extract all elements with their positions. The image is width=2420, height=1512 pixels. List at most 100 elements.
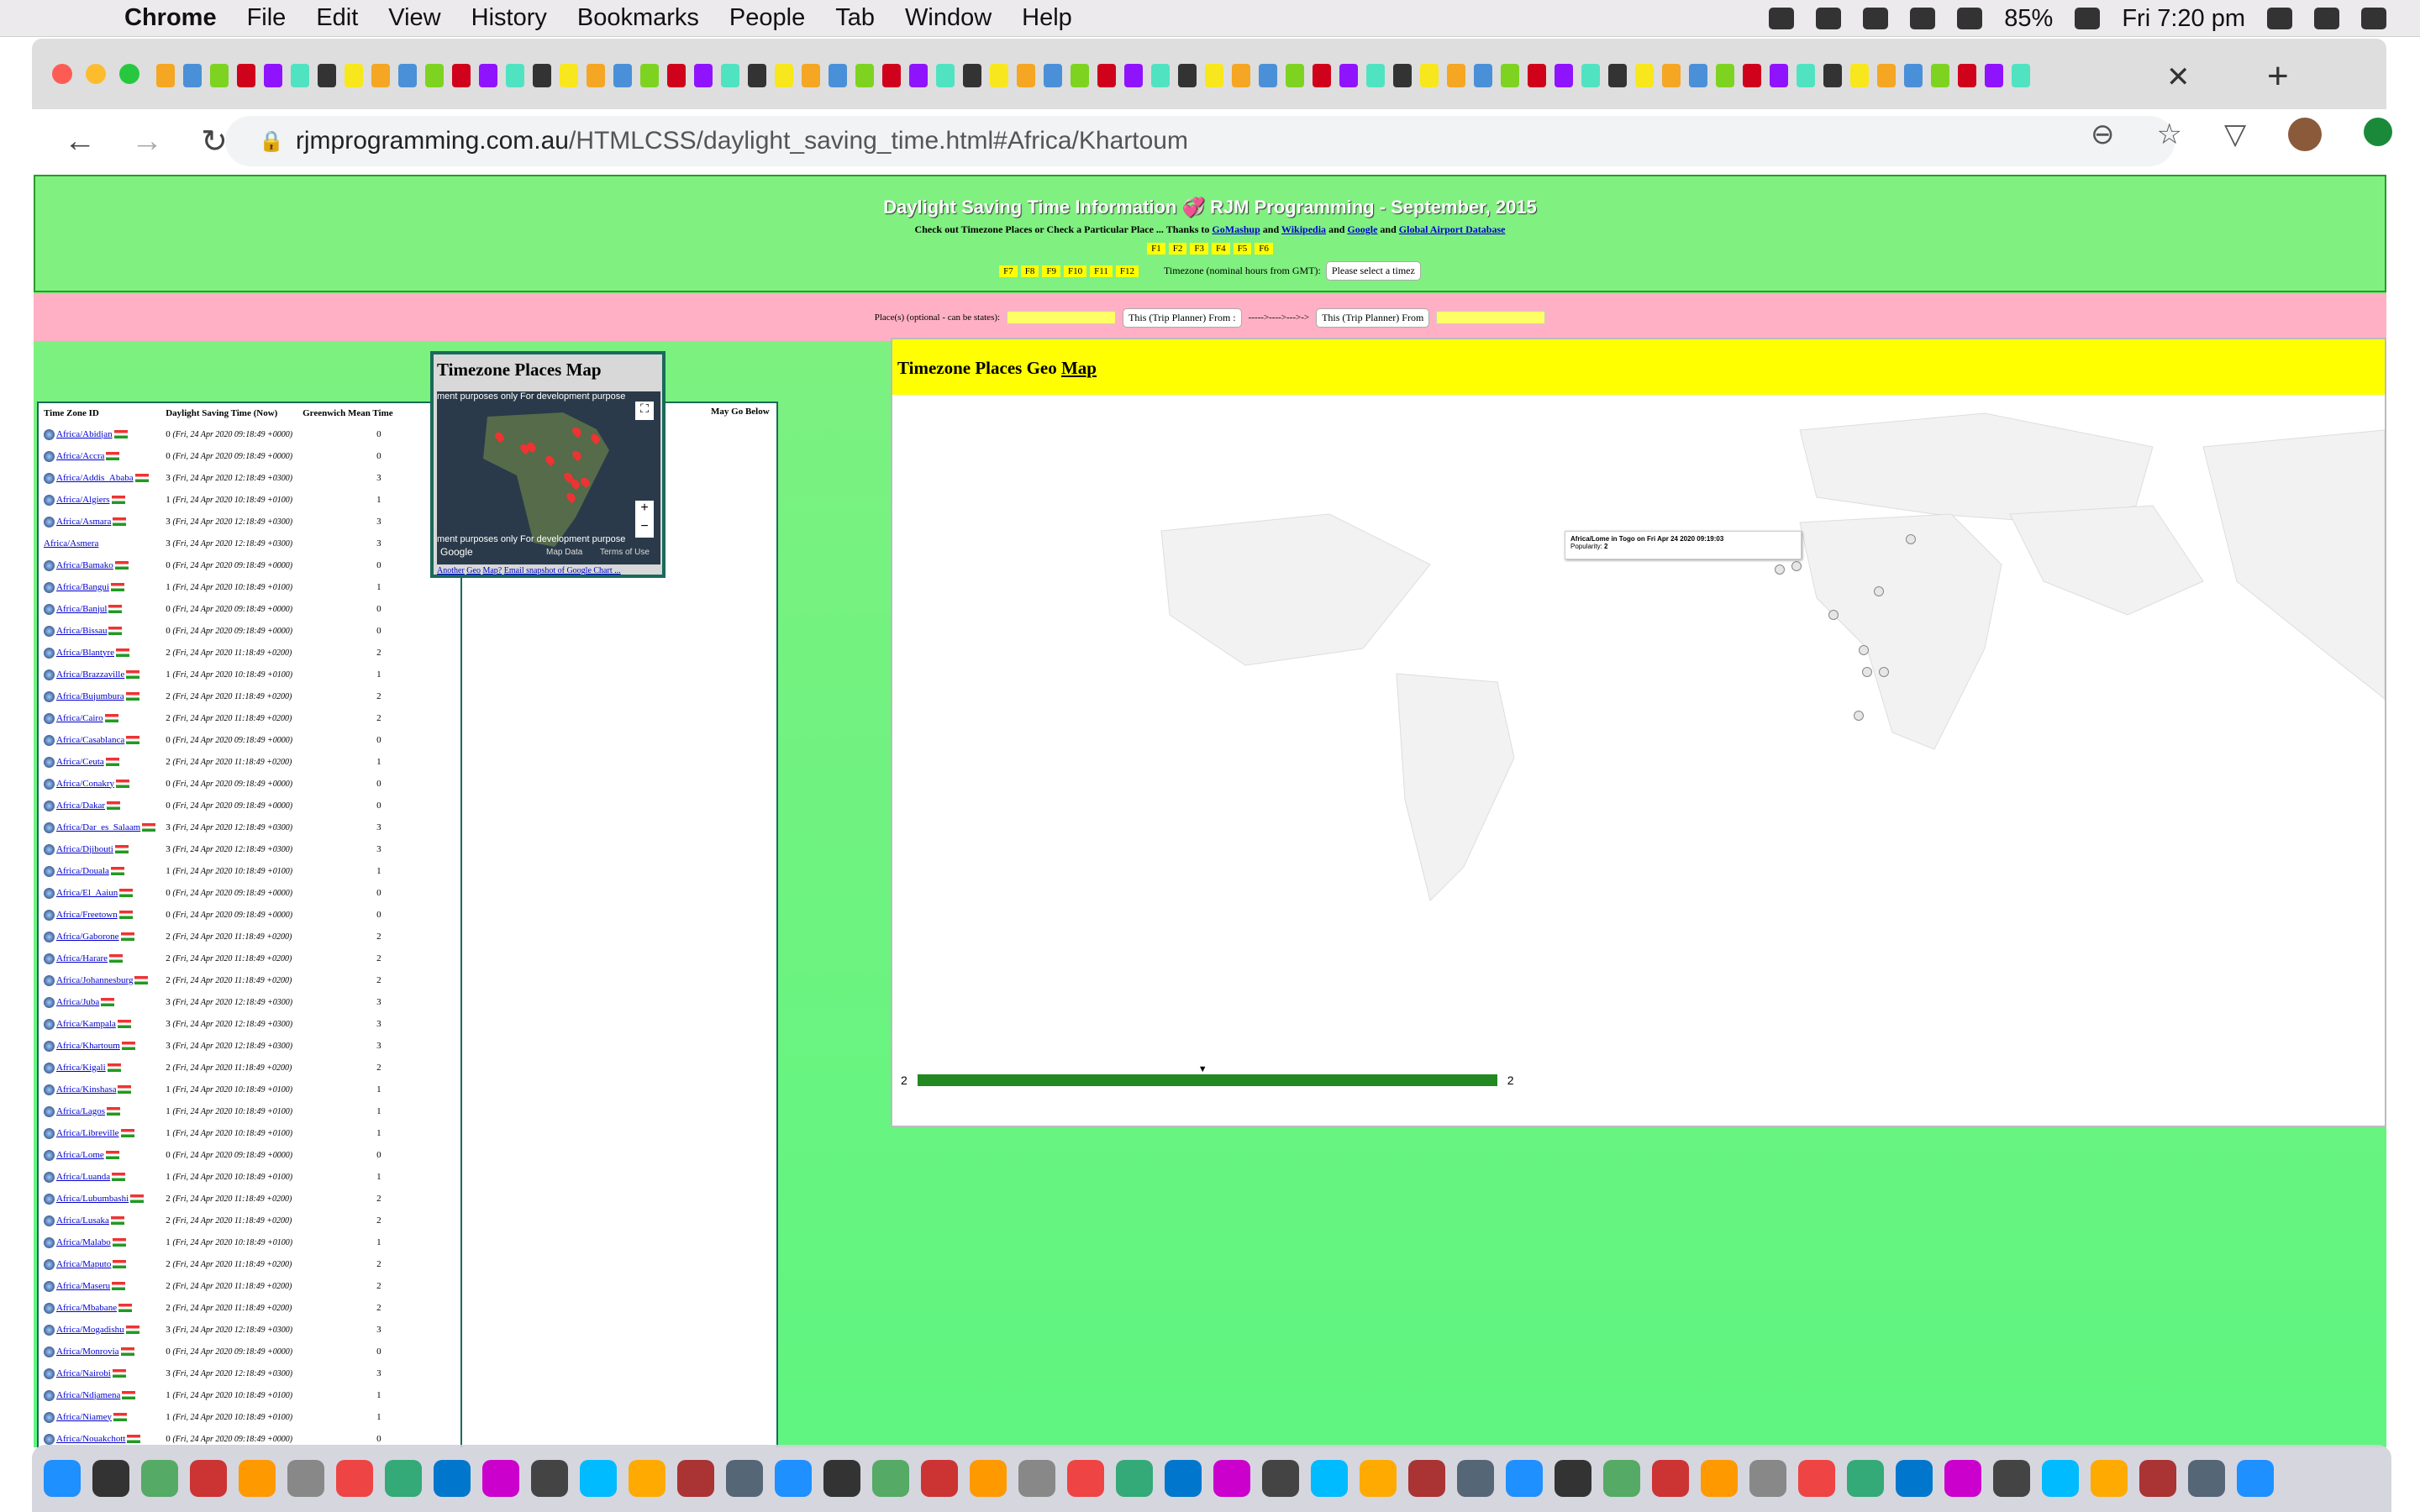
siri-icon[interactable] [2314,8,2339,29]
timezone-link[interactable]: Africa/Ndjamena [56,1390,120,1400]
geo-marker[interactable] [1859,645,1869,655]
tab-favicon-icon[interactable] [694,64,713,87]
menu-app[interactable]: Chrome [124,4,217,32]
timezone-link[interactable]: Africa/Maputo [56,1259,111,1269]
new-tab-button[interactable]: + [2267,55,2289,97]
tab-favicon-icon[interactable] [1958,64,1976,87]
geo-marker[interactable] [1791,561,1802,571]
timezone-link[interactable]: Africa/Blantyre [56,648,114,658]
dock-app-icon[interactable] [1311,1460,1348,1497]
tab-favicon-icon[interactable] [1151,64,1170,87]
tab-favicon-icon[interactable] [291,64,309,87]
dock-app-icon[interactable] [580,1460,617,1497]
timezone-link[interactable]: Africa/Brazzaville [56,669,124,680]
fkey-button[interactable]: F2 [1168,243,1187,255]
dock-app-icon[interactable] [677,1460,714,1497]
close-window-button[interactable] [52,64,72,84]
dock-app-icon[interactable] [1262,1460,1299,1497]
timezone-link[interactable]: Africa/Lagos [56,1106,105,1116]
globe-icon[interactable] [44,1411,55,1423]
tab-favicon-icon[interactable] [882,64,901,87]
globe-icon[interactable] [44,669,55,680]
places-input[interactable] [1007,311,1117,324]
timezone-link[interactable]: Africa/Lusaka [56,1215,109,1226]
trip-to-select[interactable]: This (Trip Planner) From [1316,307,1430,328]
timezone-link[interactable]: Africa/Niamey [56,1412,112,1422]
tab-favicon-icon[interactable] [318,64,336,87]
dock-app-icon[interactable] [1457,1460,1494,1497]
fkey-button[interactable]: F7 [999,265,1018,277]
globe-icon[interactable] [44,1127,55,1139]
tab-favicon-icon[interactable] [1662,64,1681,87]
tab-favicon-icon[interactable] [1904,64,1923,87]
tab-favicon-icon[interactable] [264,64,282,87]
menu-bookmarks[interactable]: Bookmarks [577,4,699,32]
globe-icon[interactable] [44,843,55,855]
globe-icon[interactable] [44,865,55,877]
fkey-button[interactable]: F4 [1212,243,1230,255]
dock-app-icon[interactable] [1116,1460,1153,1497]
timezone-link[interactable]: Africa/Asmera [44,538,98,549]
tab-favicon-icon[interactable] [1420,64,1439,87]
tab-favicon-icon[interactable] [1581,64,1600,87]
tab-favicon-icon[interactable] [1716,64,1734,87]
map-data-label[interactable]: Map Data [546,548,582,557]
menu-history[interactable]: History [471,4,547,32]
globe-icon[interactable] [44,647,55,659]
tab-favicon-icon[interactable] [721,64,739,87]
globe-icon[interactable] [44,428,55,440]
tab-favicon-icon[interactable] [1017,64,1035,87]
menu-tab[interactable]: Tab [835,4,875,32]
globe-icon[interactable] [44,909,55,921]
globe-icon[interactable] [44,1302,55,1314]
timezone-link[interactable]: Africa/Kinshasa [56,1084,116,1095]
timezone-link[interactable]: Africa/Malabo [56,1237,111,1247]
tab-favicon-icon[interactable] [371,64,390,87]
globe-icon[interactable] [44,734,55,746]
tab-favicon-icon[interactable] [1447,64,1465,87]
timezone-link[interactable]: Africa/Nouakchott [56,1434,125,1444]
world-geo-chart[interactable]: Africa/Lome in Togo on Fri Apr 24 2020 0… [892,396,2386,1060]
tab-strip[interactable] [156,64,2207,94]
dock-app-icon[interactable] [1701,1460,1738,1497]
tab-favicon-icon[interactable] [210,64,229,87]
tab-favicon-icon[interactable] [1474,64,1492,87]
timezone-link[interactable]: Africa/Ceuta [56,757,104,767]
airplay-icon[interactable] [1863,8,1889,29]
terms-link[interactable]: Terms of Use [600,548,650,557]
tab-favicon-icon[interactable] [1124,64,1143,87]
dock-app-icon[interactable] [1749,1460,1786,1497]
tab-favicon-icon[interactable] [829,64,847,87]
tab-favicon-icon[interactable] [398,64,417,87]
tab-favicon-icon[interactable] [855,64,874,87]
globe-icon[interactable] [44,800,55,811]
tab-favicon-icon[interactable] [1689,64,1707,87]
tab-favicon-icon[interactable] [425,64,444,87]
tab-favicon-icon[interactable] [1823,64,1842,87]
tab-favicon-icon[interactable] [1178,64,1197,87]
tab-favicon-icon[interactable] [1850,64,1869,87]
globe-icon[interactable] [44,887,55,899]
globe-icon[interactable] [44,603,55,615]
globe-icon[interactable] [44,953,55,964]
dock-app-icon[interactable] [190,1460,227,1497]
link-google[interactable]: Google [1347,223,1377,235]
globe-icon[interactable] [44,559,55,571]
dock-app-icon[interactable] [44,1460,81,1497]
tab-favicon-icon[interactable] [1797,64,1815,87]
globe-icon[interactable] [44,450,55,462]
tab-favicon-icon[interactable] [1985,64,2003,87]
spotlight-search-icon[interactable] [2267,8,2292,29]
timezone-link[interactable]: Africa/Luanda [56,1172,110,1182]
geo-map-title-link[interactable]: Map [1061,358,1097,378]
col-timezone-id[interactable]: Time Zone ID [39,403,160,423]
email-snapshot-link[interactable]: Email snapshot of Google Chart ... [504,566,621,575]
tab-favicon-icon[interactable] [775,64,793,87]
clock[interactable]: Fri 7:20 pm [2122,5,2245,33]
tab-favicon-icon[interactable] [1286,64,1304,87]
tab-favicon-icon[interactable] [452,64,471,87]
tab-favicon-icon[interactable] [613,64,632,87]
tab-favicon-icon[interactable] [667,64,686,87]
dock-app-icon[interactable] [1555,1460,1591,1497]
fkey-button[interactable]: F1 [1147,243,1165,255]
